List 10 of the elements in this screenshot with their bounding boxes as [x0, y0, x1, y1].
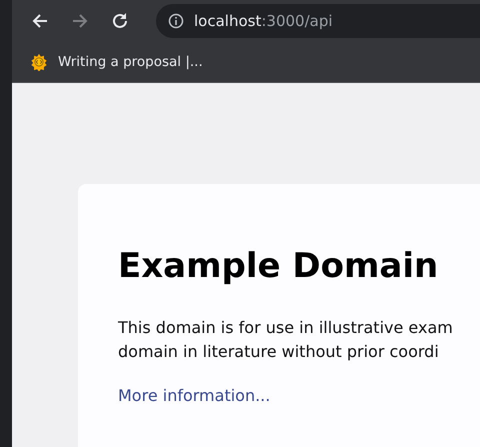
info-icon[interactable]	[168, 12, 184, 28]
paragraph-line: This domain is for use in illustrative exam	[118, 317, 453, 339]
sun-icon	[30, 52, 48, 70]
address-bar[interactable]: localhost:3000/api	[156, 4, 480, 38]
more-info-link[interactable]: More information...	[118, 386, 270, 405]
page-heading: Example Domain	[118, 246, 438, 286]
paragraph-line: domain in literature without prior coordi	[118, 341, 439, 363]
reload-icon[interactable]	[110, 10, 130, 30]
bookmark-item[interactable]: Writing a proposal |...	[30, 52, 203, 70]
url-text: localhost:3000/api	[194, 12, 333, 30]
